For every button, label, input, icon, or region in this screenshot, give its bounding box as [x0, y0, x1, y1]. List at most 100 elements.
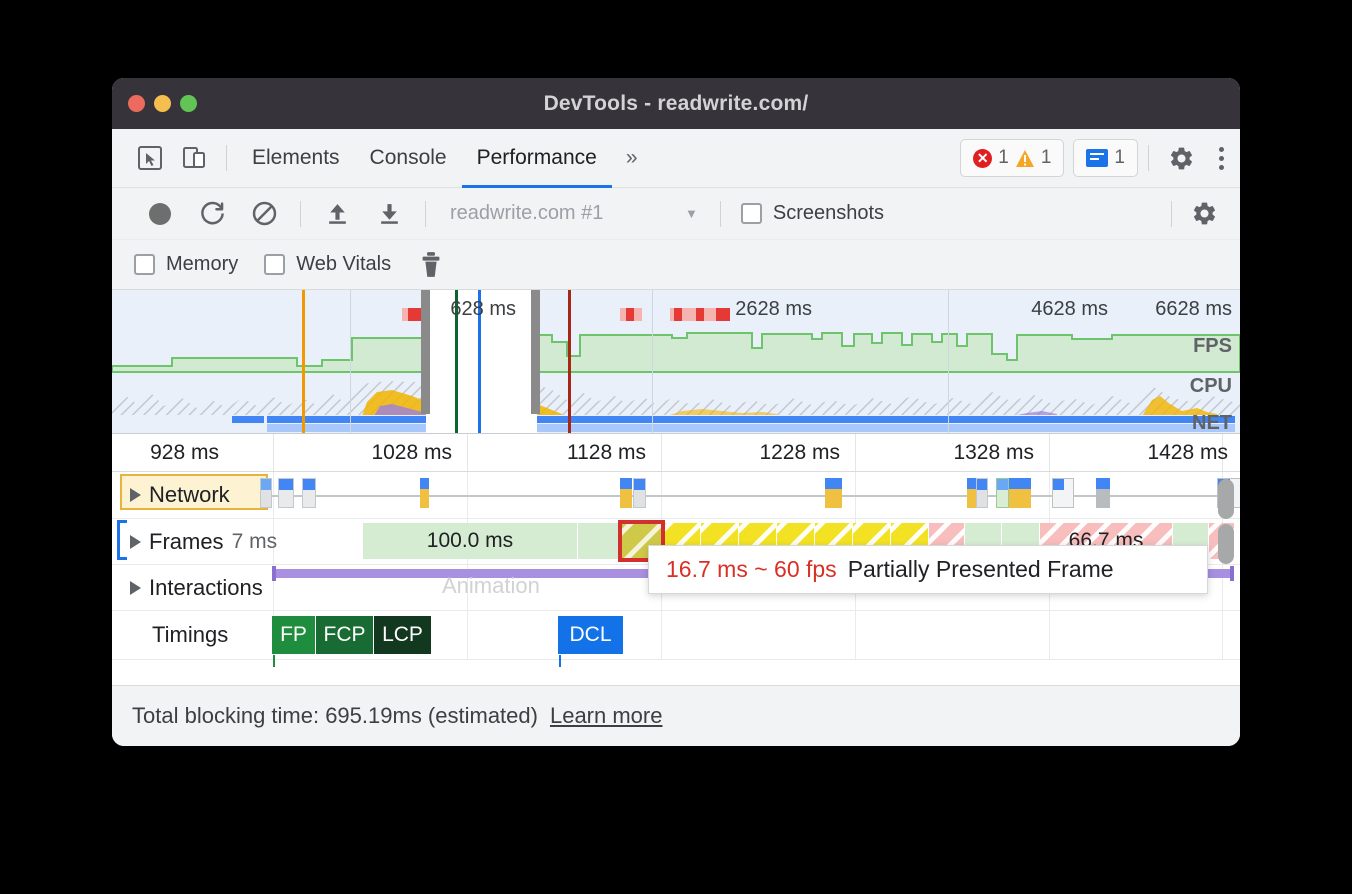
memory-checkbox[interactable]: Memory — [134, 253, 238, 276]
screenshots-checkbox-box — [741, 203, 762, 224]
timeline-tracks[interactable]: Network 100.0 ms — [112, 472, 1240, 686]
screenshot-root: DevTools - readwrite.com/ Elements — [0, 0, 1352, 894]
memory-checkbox-box — [134, 254, 155, 275]
overview-row-label-net: NET — [1192, 412, 1232, 434]
overview-fps-chart — [112, 322, 1240, 378]
network-request[interactable] — [1052, 478, 1074, 508]
frame-duration-label: 100.0 ms — [427, 529, 513, 553]
inspect-icon[interactable] — [128, 136, 172, 180]
network-request[interactable] — [633, 478, 646, 508]
total-blocking-time-text: Total blocking time: 695.19ms (estimated… — [132, 703, 538, 729]
overview-selection-handle-left[interactable] — [421, 290, 430, 414]
network-request[interactable] — [1009, 478, 1031, 508]
network-track-scrollbar[interactable] — [1218, 479, 1234, 519]
frame-block[interactable] — [578, 523, 621, 559]
animation-bar-start-cap — [272, 566, 276, 581]
tooltip-duration: 16.7 ms ~ 60 fps — [666, 556, 837, 583]
minimize-window-button[interactable] — [154, 95, 171, 112]
tab-elements[interactable]: Elements — [237, 129, 355, 188]
overview-tick-label: 628 ms — [450, 298, 522, 321]
track-label-network[interactable]: Network — [130, 472, 230, 518]
network-request[interactable] — [1096, 478, 1110, 508]
track-network[interactable]: Network — [112, 472, 1240, 519]
tab-elements-label: Elements — [252, 146, 340, 170]
track-gridline — [661, 611, 662, 659]
overview-tick-label: 4628 ms — [1031, 298, 1114, 321]
overview-selection-handle-right[interactable] — [531, 290, 540, 414]
overview-dropped-frame — [626, 308, 634, 321]
memory-label: Memory — [166, 253, 238, 276]
frames-track-marker — [117, 520, 127, 560]
ruler-tick-label: 1428 ms — [1147, 441, 1236, 465]
track-gridline — [467, 611, 468, 659]
more-tabs-icon[interactable]: » — [612, 146, 652, 170]
network-request[interactable] — [976, 478, 988, 508]
tab-console[interactable]: Console — [355, 129, 462, 188]
web-vitals-checkbox[interactable]: Web Vitals — [264, 253, 391, 276]
device-toolbar-icon[interactable] — [172, 136, 216, 180]
track-label-frames[interactable]: Frames 7 ms — [130, 519, 277, 564]
close-window-button[interactable] — [128, 95, 145, 112]
network-request[interactable] — [302, 478, 316, 508]
save-profile-button[interactable] — [363, 194, 415, 234]
capture-settings-gear-icon[interactable] — [1182, 192, 1226, 236]
overview-dropped-frame — [716, 308, 730, 321]
network-request[interactable] — [278, 478, 294, 508]
trash-icon[interactable] — [405, 245, 457, 285]
network-request[interactable] — [260, 478, 272, 508]
network-request[interactable] — [996, 478, 1009, 508]
reload-and-record-button[interactable] — [186, 194, 238, 234]
status-bar: Total blocking time: 695.19ms (estimated… — [112, 685, 1240, 746]
expand-triangle-icon[interactable] — [130, 535, 141, 549]
screenshots-label: Screenshots — [773, 202, 884, 225]
timing-marker-dcl-label: DCL — [569, 623, 611, 647]
net-request-bar — [232, 416, 264, 423]
screenshots-checkbox[interactable]: Screenshots — [741, 202, 884, 225]
kebab-menu-icon[interactable] — [1203, 147, 1240, 170]
overview-fp-marker — [302, 290, 305, 433]
network-request[interactable] — [620, 478, 632, 508]
load-profile-button[interactable] — [311, 194, 363, 234]
overview-tick-label: 6628 ms — [1155, 298, 1238, 321]
window-title: DevTools - readwrite.com/ — [544, 92, 809, 116]
info-counter-group[interactable]: 1 — [1073, 139, 1138, 177]
chevron-down-icon[interactable]: ▼ — [685, 206, 698, 221]
track-timings[interactable]: FP FCP LCP DCL Timings — [112, 611, 1240, 660]
timing-marker-fp[interactable]: FP — [272, 616, 316, 654]
expand-triangle-icon[interactable] — [130, 581, 141, 595]
timeline-overview[interactable]: 628 ms 2628 ms 4628 ms 6628 ms FPS CPU N… — [112, 290, 1240, 434]
network-request[interactable] — [967, 478, 976, 508]
timing-marker-fcp[interactable]: FCP — [316, 616, 374, 654]
track-gridline — [1049, 611, 1050, 659]
network-request[interactable] — [420, 478, 429, 508]
timing-marker-lcp[interactable]: LCP — [374, 616, 432, 654]
ruler-tick-label: 1228 ms — [759, 441, 848, 465]
issues-counter-group[interactable]: ✕ 1 1 — [960, 139, 1064, 177]
timing-marker-dcl[interactable]: DCL — [558, 616, 624, 654]
frames-track-scrollbar[interactable] — [1218, 524, 1234, 564]
tabstrip-divider-2 — [1148, 145, 1149, 171]
tab-performance[interactable]: Performance — [462, 129, 612, 188]
record-button[interactable] — [134, 194, 186, 234]
learn-more-link[interactable]: Learn more — [550, 703, 663, 729]
track-gridline — [1222, 611, 1223, 659]
recording-selector[interactable]: readwrite.com #1 — [450, 202, 665, 225]
frame-block[interactable]: 100.0 ms — [363, 523, 578, 559]
timing-marker-fp-label: FP — [280, 623, 307, 647]
track-label-interactions[interactable]: Interactions — [130, 565, 263, 610]
ruler-tick-label: 1128 ms — [567, 441, 654, 465]
perf-divider-3 — [720, 201, 721, 227]
timing-tick-dcl — [559, 655, 561, 667]
overview-net-band — [112, 415, 1240, 434]
ruler-gridline — [273, 434, 274, 471]
gear-icon[interactable] — [1159, 136, 1203, 180]
frame-tooltip: 16.7 ms ~ 60 fps Partially Presented Fra… — [648, 545, 1208, 594]
clear-button[interactable] — [238, 194, 290, 234]
perf-divider-1 — [300, 201, 301, 227]
toolbar-divider — [226, 145, 227, 171]
error-count: 1 — [998, 147, 1009, 169]
maximize-window-button[interactable] — [180, 95, 197, 112]
network-request[interactable] — [825, 478, 842, 508]
expand-triangle-icon[interactable] — [130, 488, 141, 502]
traffic-light-controls — [128, 78, 197, 129]
